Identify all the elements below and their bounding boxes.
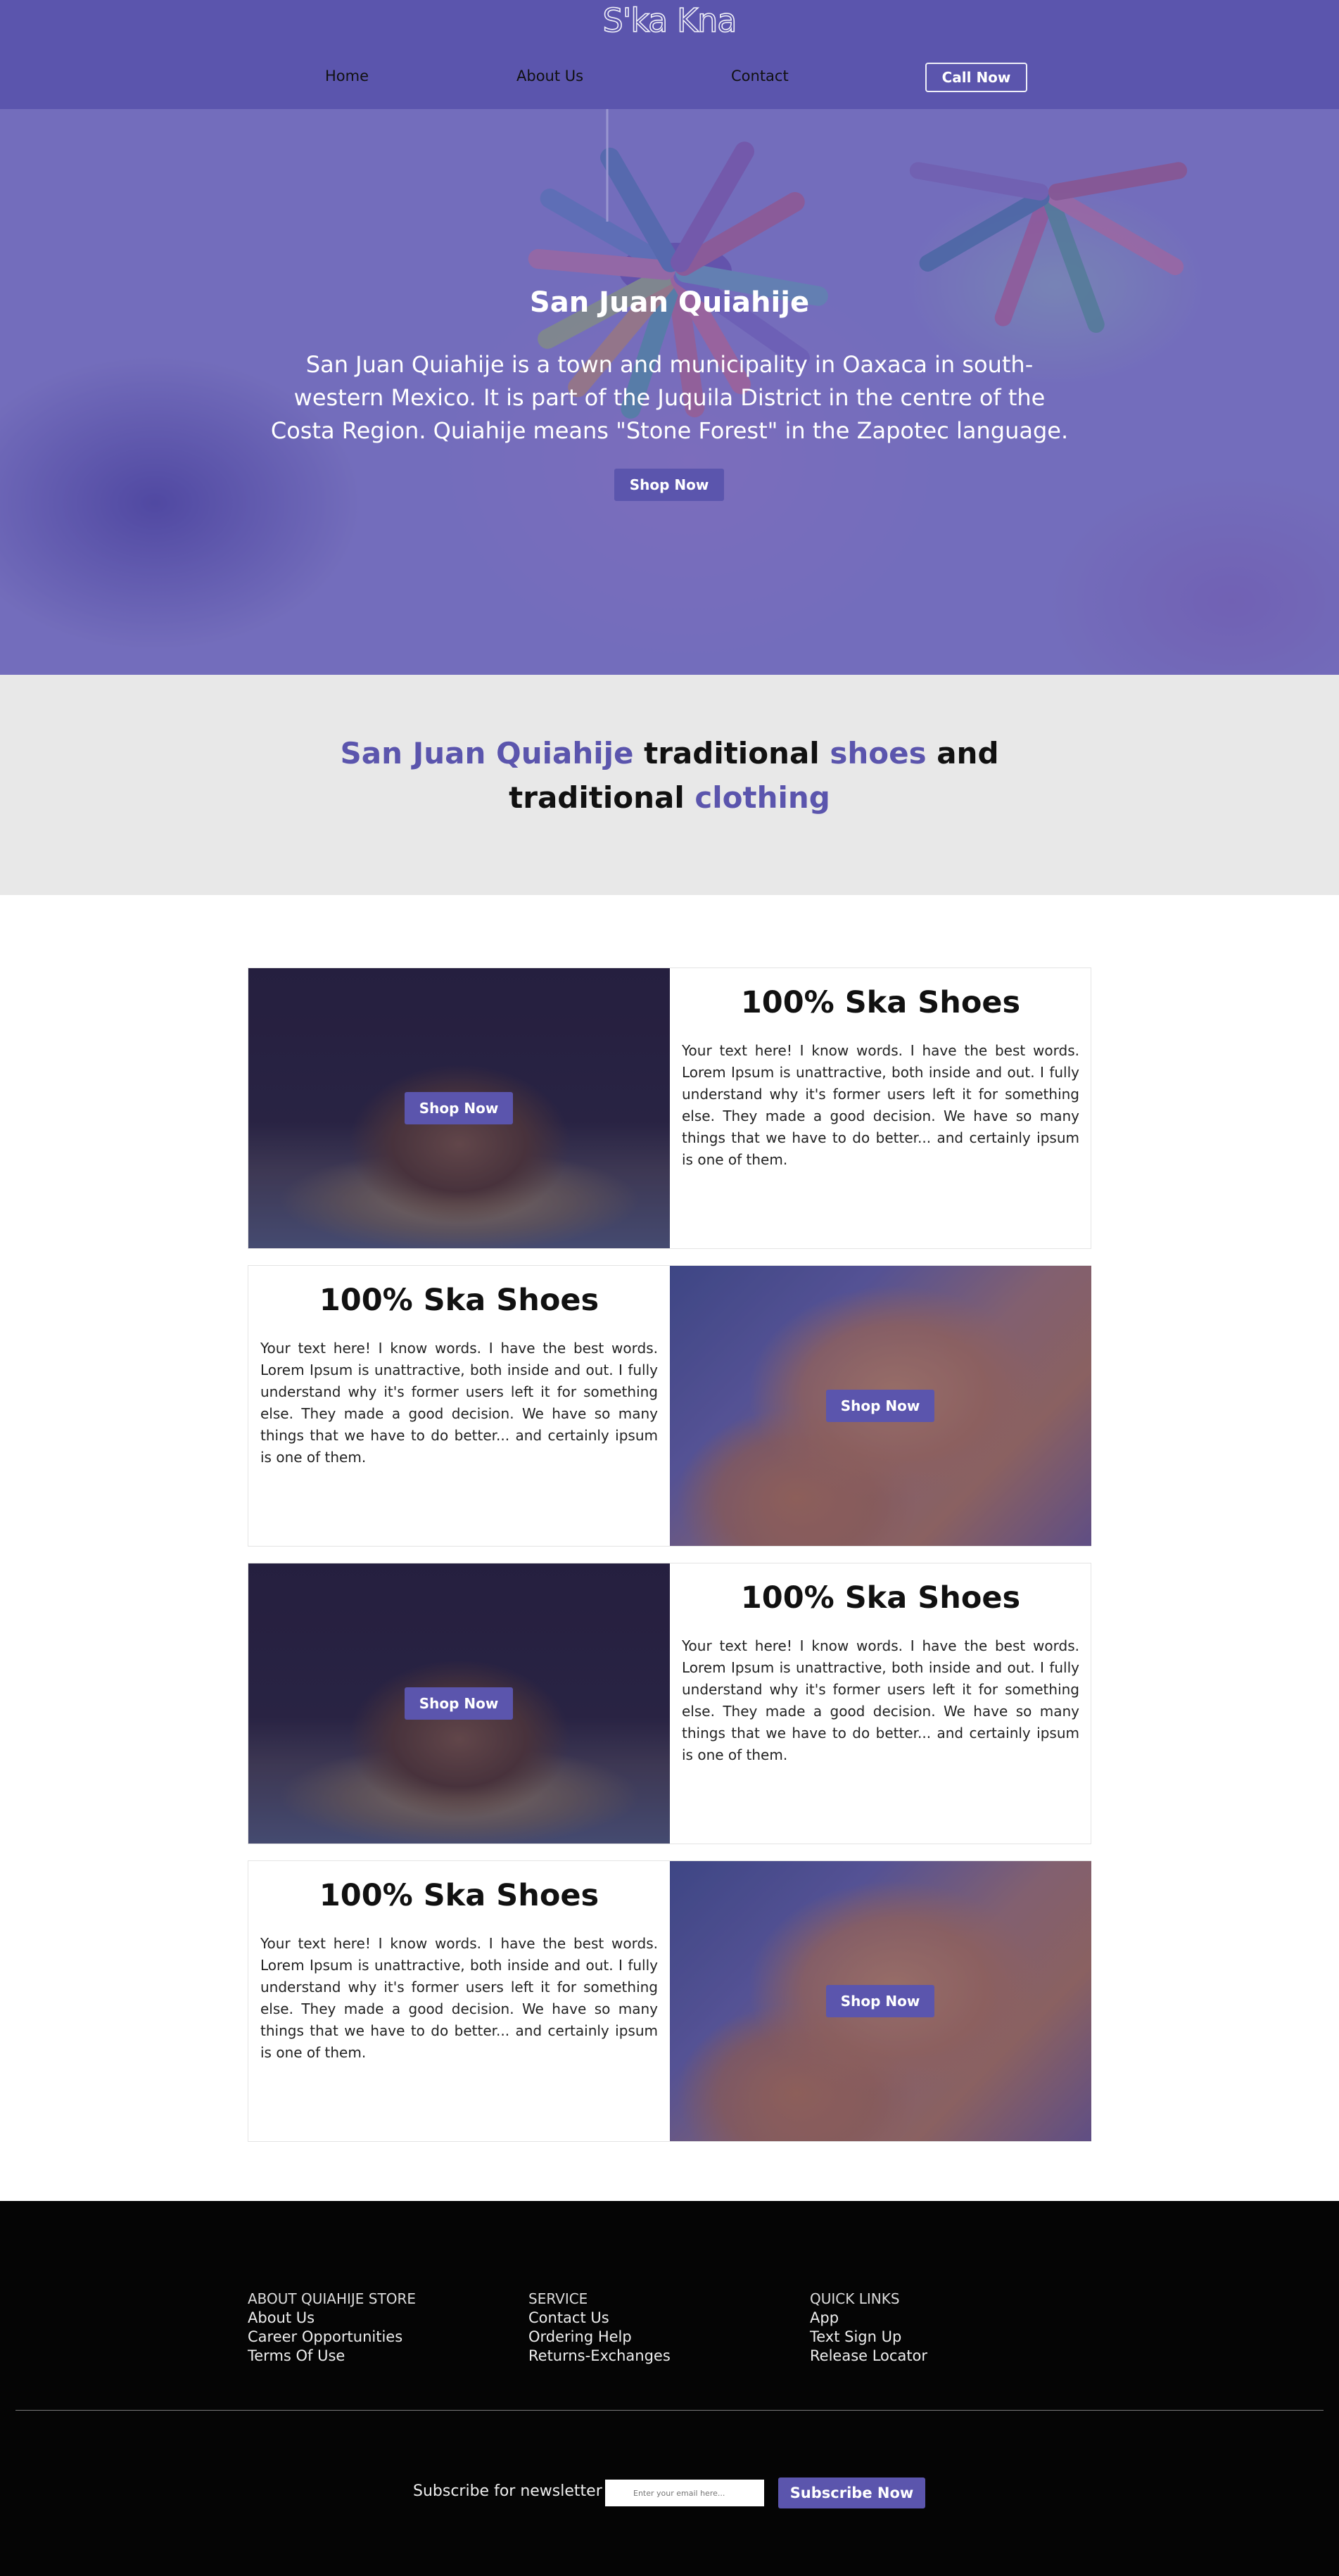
footer-divider [15, 2410, 1324, 2411]
product-title: 100% Ska Shoes [740, 1580, 1021, 1616]
product-image: Shop Now [670, 1861, 1091, 2141]
footer-heading: ABOUT QUIAHIJE STORE [248, 2290, 416, 2307]
hero-section: San Juan Quiahije San Juan Quiahije is a… [0, 109, 1339, 675]
tagline-accent-shoes: shoes [830, 736, 927, 770]
subscribe-now-button[interactable]: Subscribe Now [778, 2477, 925, 2508]
product-card: 100% Ska Shoes Your text here! I know wo… [248, 1860, 1091, 2142]
hero-description: San Juan Quiahije is a town and municipa… [270, 351, 1069, 444]
product-text-panel: 100% Ska Shoes Your text here! I know wo… [248, 1861, 670, 2141]
footer-link-ordering-help[interactable]: Ordering Help [528, 2328, 671, 2347]
shop-now-button[interactable]: Shop Now [826, 1390, 934, 1422]
footer-link-about-us[interactable]: About Us [248, 2309, 416, 2328]
footer-column-quick-links: QUICK LINKS App Text Sign Up Release Loc… [810, 2290, 927, 2366]
footer-link-contact-us[interactable]: Contact Us [528, 2309, 671, 2328]
tagline-heading: San Juan Quiahije traditional shoes and … [267, 731, 1072, 820]
footer-link-returns-exchanges[interactable]: Returns-Exchanges [528, 2347, 671, 2366]
newsletter-email-input[interactable] [605, 2480, 764, 2506]
product-text-panel: 100% Ska Shoes Your text here! I know wo… [670, 968, 1091, 1248]
shop-now-button[interactable]: Shop Now [405, 1687, 513, 1720]
product-image: Shop Now [670, 1266, 1091, 1546]
site-header: S'ka Kna Home About Us Contact Call Now [0, 0, 1339, 109]
product-description: Your text here! I know words. I have the… [682, 1042, 1079, 1168]
product-card: Shop Now 100% Ska Shoes Your text here! … [248, 1563, 1091, 1844]
product-title: 100% Ska Shoes [740, 985, 1021, 1020]
tagline-accent-place: San Juan Quiahije [340, 736, 634, 770]
product-description: Your text here! I know words. I have the… [260, 1935, 658, 2061]
nav-home[interactable]: Home [325, 68, 369, 84]
hero-title: San Juan Quiahije [529, 286, 810, 319]
product-text-panel: 100% Ska Shoes Your text here! I know wo… [248, 1266, 670, 1546]
tagline-banner: San Juan Quiahije traditional shoes and … [0, 675, 1339, 895]
footer-link-terms-of-use[interactable]: Terms Of Use [248, 2347, 416, 2366]
footer-link-app[interactable]: App [810, 2309, 927, 2328]
tagline-accent-clothing: clothing [694, 780, 830, 815]
product-title: 100% Ska Shoes [319, 1283, 599, 1318]
footer-column-service: SERVICE Contact Us Ordering Help Returns… [528, 2290, 671, 2366]
product-description: Your text here! I know words. I have the… [260, 1340, 658, 1466]
product-text-panel: 100% Ska Shoes Your text here! I know wo… [670, 1563, 1091, 1844]
footer-column-about: ABOUT QUIAHIJE STORE About Us Career Opp… [248, 2290, 416, 2366]
site-logo[interactable]: S'ka Kna [0, 1, 1339, 40]
site-footer: ABOUT QUIAHIJE STORE About Us Career Opp… [0, 2201, 1339, 2576]
product-image: Shop Now [248, 1563, 670, 1844]
newsletter-label: Subscribe for newsletter [413, 2482, 602, 2500]
footer-heading: SERVICE [528, 2290, 588, 2307]
nav-about-us[interactable]: About Us [516, 68, 583, 84]
product-title: 100% Ska Shoes [319, 1878, 599, 1913]
product-image: Shop Now [248, 968, 670, 1248]
product-card: Shop Now 100% Ska Shoes Your text here! … [248, 967, 1091, 1249]
product-card: 100% Ska Shoes Your text here! I know wo… [248, 1265, 1091, 1547]
footer-link-text-sign-up[interactable]: Text Sign Up [810, 2328, 927, 2347]
footer-link-career-opportunities[interactable]: Career Opportunities [248, 2328, 416, 2347]
shop-now-button[interactable]: Shop Now [826, 1985, 934, 2017]
nav-contact[interactable]: Contact [731, 68, 789, 84]
product-description: Your text here! I know words. I have the… [682, 1637, 1079, 1763]
footer-heading: QUICK LINKS [810, 2290, 900, 2307]
tagline-text: traditional [633, 736, 830, 770]
call-now-button[interactable]: Call Now [925, 63, 1027, 92]
hero-shop-now-button[interactable]: Shop Now [614, 469, 724, 501]
footer-link-release-locator[interactable]: Release Locator [810, 2347, 927, 2366]
shop-now-button[interactable]: Shop Now [405, 1092, 513, 1124]
